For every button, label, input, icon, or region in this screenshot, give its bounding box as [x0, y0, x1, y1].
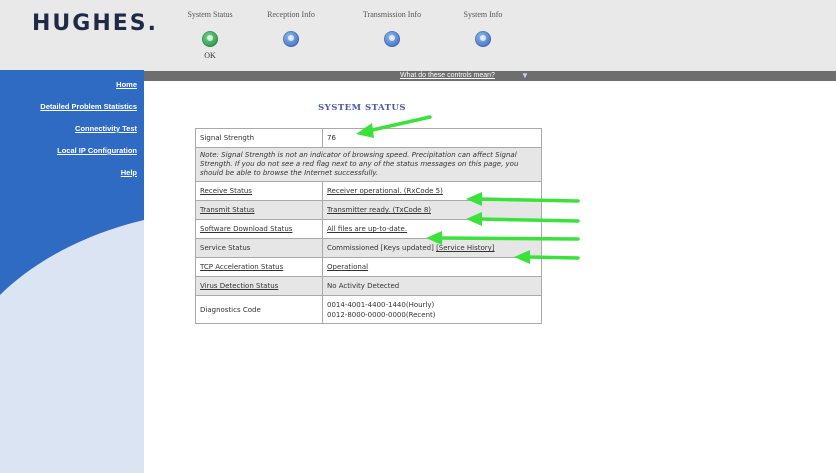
- table-row-tcp-acceleration-status: TCP Acceleration Status Operational: [195, 257, 542, 277]
- virus-detection-status-value: No Activity Detected: [322, 276, 542, 296]
- receive-status-value-link[interactable]: Receiver operational. (RxCode 5): [327, 187, 443, 195]
- service-history-link[interactable]: [Service History]: [436, 244, 494, 252]
- tcp-acceleration-status-link[interactable]: TCP Acceleration Status: [200, 263, 283, 271]
- sidebar-item-detailed-problem-statistics[interactable]: Detailed Problem Statistics: [40, 102, 137, 111]
- status-ok-icon: [202, 31, 218, 47]
- signal-strength-value: 76: [322, 128, 542, 148]
- sidebar-item-help[interactable]: Help: [121, 168, 137, 177]
- controls-help-strip: What do these controls mean? ▼: [144, 71, 836, 81]
- table-row-transmit-status: Transmit Status Transmitter ready. (TxCo…: [195, 200, 542, 220]
- software-download-status-link[interactable]: Software Download Status: [200, 225, 292, 233]
- table-row-service-status: Service Status Commissioned [Keys update…: [195, 238, 542, 258]
- receive-status-link[interactable]: Receive Status: [200, 187, 252, 195]
- table-row-software-download-status: Software Download Status All files are u…: [195, 219, 542, 239]
- diagnostics-code-recent: 0012-8000-0000-0000(Recent): [327, 310, 436, 319]
- table-row-note: Note: Signal Strength is not an indicato…: [195, 147, 542, 182]
- page-title: SYSTEM STATUS: [318, 103, 407, 113]
- chevron-down-icon[interactable]: ▼: [521, 71, 529, 80]
- system-status-tab[interactable]: System Status OK: [180, 10, 240, 60]
- system-status-label: System Status: [187, 10, 233, 19]
- transmit-status-link[interactable]: Transmit Status: [200, 206, 255, 214]
- sidebar-item-local-ip-configuration[interactable]: Local IP Configuration: [57, 146, 137, 155]
- diagnostics-code-hourly: 0014-4001-4400-1440(Hourly): [327, 300, 435, 309]
- left-sidebar: Home Detailed Problem Statistics Connect…: [0, 70, 144, 473]
- top-header: HUGHES. System Status OK Reception Info …: [0, 0, 836, 72]
- reception-info-tab[interactable]: Reception Info: [261, 10, 321, 49]
- signal-strength-note: Note: Signal Strength is not an indicato…: [195, 147, 542, 182]
- reception-info-label: Reception Info: [267, 10, 315, 19]
- table-row-virus-detection-status: Virus Detection Status No Activity Detec…: [195, 276, 542, 296]
- table-row-signal-strength: Signal Strength 76: [195, 128, 542, 148]
- service-status-label: Service Status: [195, 238, 323, 258]
- system-info-tab[interactable]: System Info: [453, 10, 513, 49]
- software-download-status-value-link[interactable]: All files are up-to-date.: [327, 225, 407, 233]
- transmit-status-value-link[interactable]: Transmitter ready. (TxCode 8): [327, 206, 431, 214]
- system-info-label: System Info: [463, 10, 503, 19]
- virus-detection-status-link[interactable]: Virus Detection Status: [200, 282, 278, 290]
- transmission-info-icon: [384, 31, 400, 47]
- sidebar-item-home[interactable]: Home: [116, 80, 137, 89]
- hughes-logo: HUGHES.: [32, 11, 158, 36]
- transmission-info-tab[interactable]: Transmission Info: [362, 10, 422, 49]
- system-status-ok-text: OK: [204, 51, 216, 60]
- diagnostics-code-label: Diagnostics Code: [195, 295, 323, 324]
- reception-info-icon: [283, 31, 299, 47]
- transmission-info-label: Transmission Info: [362, 10, 422, 19]
- what-do-these-controls-mean-link[interactable]: What do these controls mean?: [400, 72, 495, 79]
- system-info-icon: [475, 31, 491, 47]
- tcp-acceleration-status-value-link[interactable]: Operational: [327, 263, 368, 271]
- table-row-diagnostics-code: Diagnostics Code 0014-4001-4400-1440(Hou…: [195, 295, 542, 324]
- sidebar-item-connectivity-test[interactable]: Connectivity Test: [75, 124, 137, 133]
- signal-strength-label: Signal Strength: [195, 128, 323, 148]
- service-status-value: Commissioned [Keys updated]: [327, 244, 434, 252]
- table-row-receive-status: Receive Status Receiver operational. (Rx…: [195, 181, 542, 201]
- system-status-table: Signal Strength 76 Note: Signal Strength…: [195, 128, 542, 324]
